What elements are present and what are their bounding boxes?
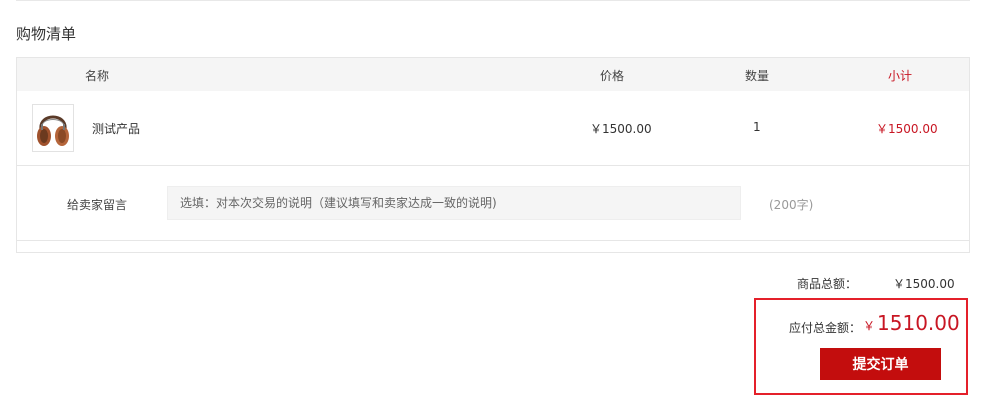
table-row: 测试产品 ￥1500.00 1 ￥1500.00 [17, 91, 969, 166]
header-price: 价格 [600, 69, 625, 83]
goods-total-label: 商品总额： [797, 277, 858, 291]
goods-total-value: ￥1500.00 [893, 277, 955, 291]
shopping-list-table: 名称 价格 数量 小计 测试产品 ￥1500.00 1 ￥1500.00 给卖家… [16, 57, 970, 253]
product-price: ￥1500.00 [590, 122, 652, 136]
header-name: 名称 [85, 69, 110, 83]
submit-order-button[interactable]: 提交订单 [820, 348, 941, 380]
product-name[interactable]: 测试产品 [92, 120, 140, 137]
product-thumbnail[interactable] [32, 104, 74, 152]
headphones-image [37, 115, 69, 146]
payable-total-value: ￥ 1510.00 [863, 311, 960, 335]
table-header: 名称 价格 数量 小计 [17, 58, 969, 91]
currency-symbol: ￥ [863, 319, 876, 333]
seller-message-label: 给卖家留言 [67, 198, 128, 212]
character-limit: (200字) [769, 198, 814, 212]
payable-amount: 1510.00 [877, 311, 960, 335]
section-title: 购物清单 [16, 25, 77, 43]
payable-total-label: 应付总金额： [789, 321, 862, 335]
top-divider [16, 0, 970, 1]
product-quantity: 1 [753, 120, 761, 134]
header-subtotal: 小计 [888, 69, 913, 83]
header-quantity: 数量 [745, 69, 770, 83]
seller-message-input[interactable] [167, 186, 741, 220]
seller-message-row: 给卖家留言 (200字) [17, 166, 969, 241]
product-subtotal: ￥1500.00 [876, 122, 938, 136]
payment-summary-box: 应付总金额： ￥ 1510.00 提交订单 [754, 298, 968, 395]
